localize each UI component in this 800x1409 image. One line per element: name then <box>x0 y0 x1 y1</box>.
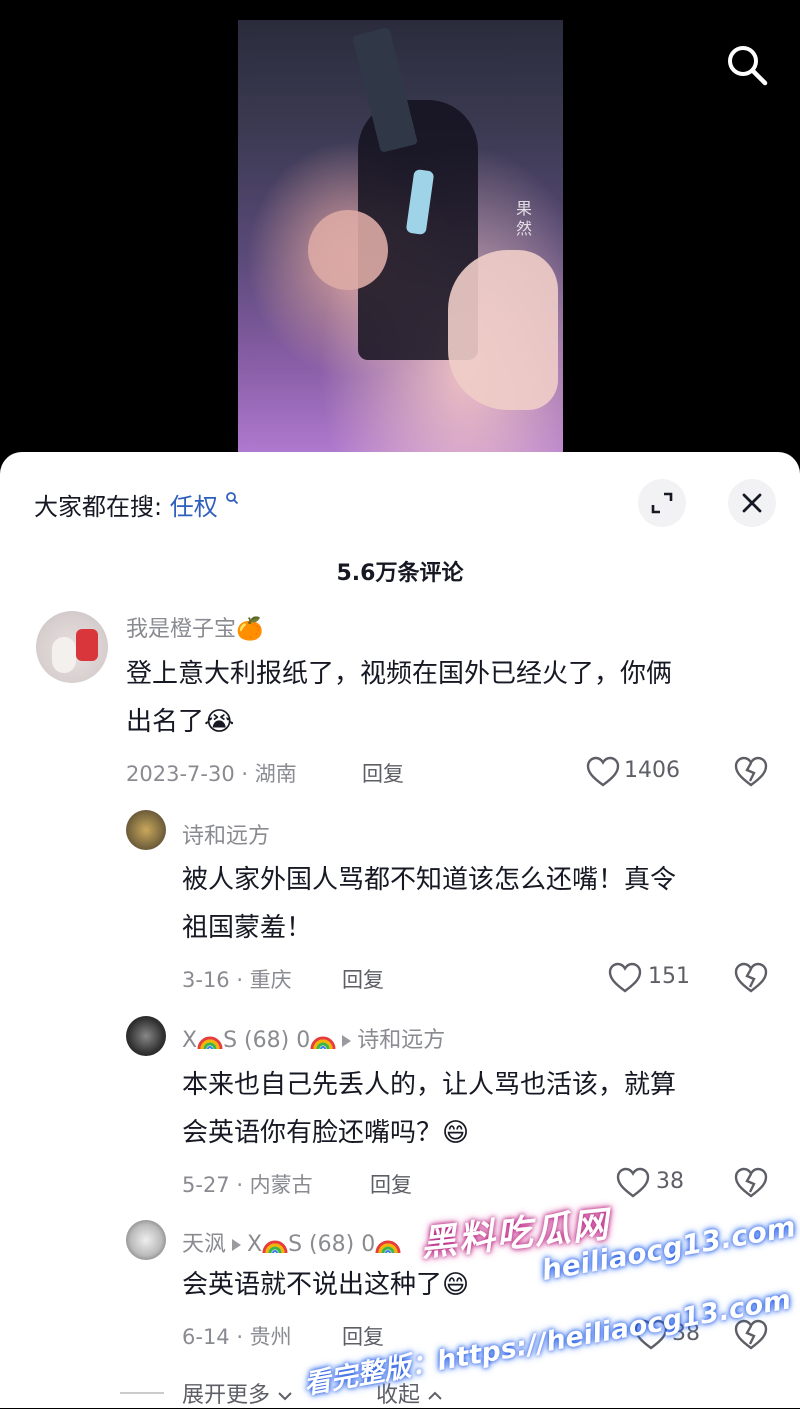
divider <box>120 1392 164 1394</box>
like-count: 151 <box>648 964 690 989</box>
avatar[interactable] <box>126 1220 166 1260</box>
expand-more-label: 展开更多 <box>182 1383 271 1408</box>
rainbow-icon <box>262 1240 288 1254</box>
rainbow-icon <box>310 1036 336 1050</box>
chevron-up-icon <box>428 1391 442 1400</box>
comment-username: X <box>182 1028 198 1053</box>
comment-text-line: 祖国蒙羞！ <box>182 913 313 943</box>
small-search-icon <box>226 492 239 505</box>
dislike-icon[interactable] <box>734 1167 768 1199</box>
reply-button[interactable]: 回复 <box>342 1321 384 1351</box>
heart-icon[interactable] <box>608 962 642 994</box>
reply-arrow-icon <box>232 1239 242 1251</box>
video-hand-right <box>448 250 558 410</box>
video-hand-left <box>308 210 388 290</box>
like-count: 1406 <box>624 758 680 783</box>
close-button[interactable] <box>728 479 776 527</box>
comment-text-line: 登上意大利报纸了，视频在国外已经火了，你俩 <box>126 659 673 689</box>
avatar[interactable] <box>126 1016 166 1056</box>
video-watermark: 果然 <box>513 200 532 240</box>
avatar[interactable] <box>36 611 108 683</box>
like-count: 38 <box>656 1169 684 1194</box>
trending-search[interactable]: 大家都在搜: 任权 <box>34 487 239 522</box>
comment-username[interactable]: 诗和远方 <box>182 818 270 850</box>
expand-icon <box>651 492 673 514</box>
heart-icon[interactable] <box>586 756 620 788</box>
comment-username-row[interactable]: X S (68) 0 诗和远方 <box>182 1022 445 1054</box>
reply-to-username: 诗和远方 <box>357 1028 446 1053</box>
trending-search-label: 大家都在搜: <box>34 493 170 521</box>
search-icon <box>728 46 768 86</box>
comment-text-line: 会英语你有脸还嘴吗？😄 <box>182 1118 470 1148</box>
comment-text-line: 会英语就不说出这种了😄 <box>182 1270 470 1300</box>
comment-date-location: 3-16 · 重庆 <box>182 968 292 992</box>
expand-more-button[interactable]: 展开更多 <box>182 1377 293 1409</box>
rainbow-icon <box>375 1240 401 1254</box>
comment-username[interactable]: 我是橙子宝🍊 <box>126 611 263 643</box>
avatar[interactable] <box>126 810 166 850</box>
comment-count: 5.6万条评论 <box>336 561 464 586</box>
comment-date-location: 6-14 · 贵州 <box>182 1325 292 1349</box>
avatar-detail <box>76 629 98 661</box>
video-player[interactable]: 果然 <box>238 20 563 455</box>
reply-to-username-suffix: S (68) 0 <box>288 1232 376 1257</box>
reply-button[interactable]: 回复 <box>362 758 404 788</box>
trending-search-keyword[interactable]: 任权 <box>170 493 218 521</box>
comment-username-suffix: S (68) 0 <box>223 1028 311 1053</box>
reply-arrow-icon <box>342 1035 352 1047</box>
comment-date-location: 5-27 · 内蒙古 <box>182 1173 313 1197</box>
close-icon <box>742 493 762 513</box>
comment-text-line: 出名了😭 <box>126 707 235 737</box>
comment-text-line: 被人家外国人骂都不知道该怎么还嘴！真令 <box>182 865 677 895</box>
reply-to-username: X <box>247 1232 263 1257</box>
comment-username: 天沨 <box>182 1232 227 1257</box>
dislike-icon[interactable] <box>734 962 768 994</box>
search-button[interactable] <box>724 42 770 88</box>
fullscreen-button[interactable] <box>638 479 686 527</box>
avatar-detail <box>52 637 76 673</box>
rainbow-icon <box>197 1036 223 1050</box>
comment-date-location: 2023-7-30 · 湖南 <box>126 762 297 786</box>
dislike-icon[interactable] <box>734 756 768 788</box>
comment-username-row[interactable]: 天沨 X S (68) 0 <box>182 1226 401 1258</box>
reply-button[interactable]: 回复 <box>342 964 384 994</box>
comment-text-line: 本来也自己先丢人的，让人骂也活该，就算 <box>182 1070 677 1100</box>
heart-icon[interactable] <box>616 1167 650 1199</box>
chevron-down-icon <box>278 1392 292 1401</box>
reply-button[interactable]: 回复 <box>370 1169 412 1199</box>
